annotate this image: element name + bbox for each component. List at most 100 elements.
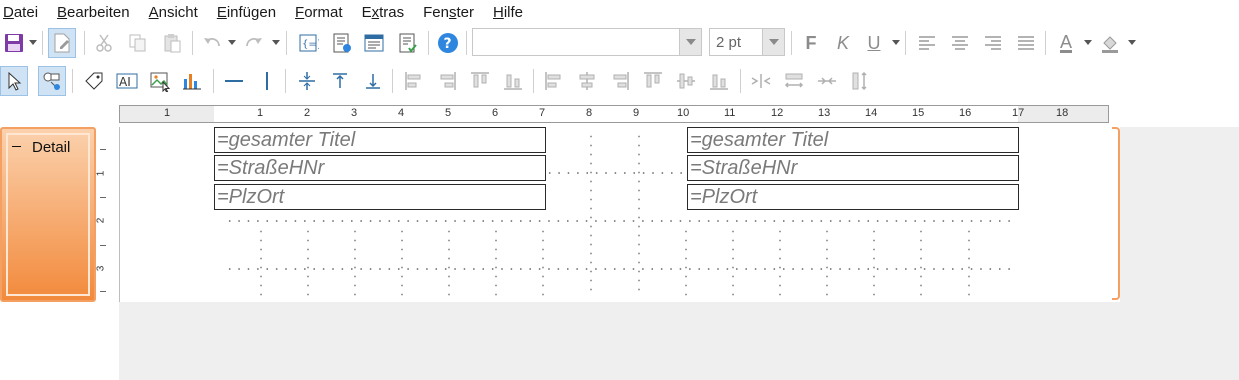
detail-section-header[interactable]: Detail bbox=[0, 127, 96, 302]
bold-button[interactable]: F bbox=[797, 28, 825, 58]
save-button[interactable] bbox=[0, 28, 28, 58]
copy-icon bbox=[129, 34, 146, 52]
align-left-objects-button[interactable] bbox=[400, 66, 428, 96]
menu-einfuegen[interactable]: Einfügen bbox=[217, 4, 285, 21]
section-shrink-button[interactable] bbox=[293, 66, 321, 96]
cut-button[interactable] bbox=[90, 28, 118, 58]
shrink-from-top-button[interactable] bbox=[326, 66, 354, 96]
justify-button[interactable] bbox=[1012, 28, 1040, 58]
save-dropdown-arrow[interactable] bbox=[29, 40, 37, 45]
redo-button[interactable] bbox=[240, 28, 268, 58]
background-color-button[interactable] bbox=[1096, 28, 1124, 58]
page-header-icon bbox=[364, 34, 384, 52]
line-width-dropdown-button[interactable] bbox=[762, 29, 784, 55]
shape-tool-button[interactable] bbox=[38, 66, 66, 96]
ruler-label: 8 bbox=[586, 107, 593, 119]
edit-document-icon bbox=[54, 33, 70, 53]
center-section-button[interactable] bbox=[573, 66, 601, 96]
pointer-icon bbox=[8, 71, 22, 91]
workspace-right bbox=[1120, 127, 1239, 302]
image-button[interactable] bbox=[146, 66, 174, 96]
align-left-section-button[interactable] bbox=[540, 66, 568, 96]
field-street-right[interactable]: =StraßeHNr bbox=[687, 155, 1019, 181]
field-title-left[interactable]: =gesamter Titel bbox=[214, 127, 546, 153]
detail-section-canvas[interactable]: =gesamter Titel =StraßeHNr =PlzOrt =gesa… bbox=[119, 127, 1120, 302]
align-right-button[interactable] bbox=[979, 28, 1007, 58]
menu-format[interactable]: Format bbox=[295, 4, 352, 21]
field-text: =StraßeHNr bbox=[690, 157, 798, 179]
field-plzort-left[interactable]: =PlzOrt bbox=[214, 184, 546, 210]
sorting-grouping-button[interactable] bbox=[394, 28, 422, 58]
smallest-height-button[interactable] bbox=[813, 66, 841, 96]
add-field-button[interactable]: {=} bbox=[294, 28, 322, 58]
vruler-label: 2 bbox=[95, 217, 107, 224]
undo-button[interactable] bbox=[198, 28, 226, 58]
redo-dropdown-arrow[interactable] bbox=[272, 40, 280, 45]
greatest-width-button[interactable] bbox=[780, 66, 808, 96]
underline-button[interactable]: U bbox=[860, 28, 888, 58]
field-text: =StraßeHNr bbox=[217, 157, 325, 179]
font-color-dropdown-arrow[interactable] bbox=[1084, 40, 1092, 45]
menu-fenster[interactable]: Fenster bbox=[423, 4, 483, 21]
align-right-section-button[interactable] bbox=[606, 66, 634, 96]
help-button[interactable]: ? bbox=[434, 28, 462, 58]
shrink-from-bottom-button[interactable] bbox=[359, 66, 387, 96]
align-objects-left-icon bbox=[405, 72, 421, 90]
chart-button[interactable] bbox=[178, 66, 206, 96]
menu-ansicht[interactable]: Ansicht bbox=[149, 4, 207, 21]
ruler-label: 1 bbox=[164, 107, 171, 119]
font-color-button[interactable]: A bbox=[1052, 28, 1080, 58]
menu-bar: Datei Bearbeiten Ansicht Einfügen Format… bbox=[0, 0, 1239, 24]
smallest-width-button[interactable] bbox=[747, 66, 775, 96]
field-plzort-right[interactable]: =PlzOrt bbox=[687, 184, 1019, 210]
horizontal-ruler[interactable]: 1 1 2 3 4 5 6 7 8 9 10 11 12 13 14 15 16… bbox=[119, 103, 1239, 125]
align-top-section-button[interactable] bbox=[639, 66, 667, 96]
align-center-button[interactable] bbox=[946, 28, 974, 58]
undo-dropdown-arrow[interactable] bbox=[228, 40, 236, 45]
font-name-dropdown-button[interactable] bbox=[679, 29, 701, 55]
menu-datei[interactable]: Datei bbox=[3, 4, 47, 21]
edit-mode-button[interactable] bbox=[48, 28, 76, 58]
expand-height-icon bbox=[852, 71, 867, 91]
line-width-combo[interactable]: 2 pt bbox=[709, 28, 785, 56]
report-navigator-button[interactable] bbox=[328, 28, 356, 58]
align-bottom-objects-button[interactable] bbox=[499, 66, 527, 96]
ruler-label: 11 bbox=[724, 107, 736, 119]
align-right-objects-button[interactable] bbox=[433, 66, 461, 96]
middle-section-button[interactable] bbox=[672, 66, 700, 96]
greatest-height-button[interactable] bbox=[846, 66, 874, 96]
align-objects-top-icon bbox=[471, 72, 489, 88]
horizontal-line-icon bbox=[225, 80, 243, 82]
italic-button[interactable]: K bbox=[829, 28, 857, 58]
font-name-combo[interactable] bbox=[472, 28, 702, 56]
align-bottom-section-button[interactable] bbox=[705, 66, 733, 96]
text-field-icon: AI bbox=[116, 73, 138, 89]
label-field-button[interactable] bbox=[80, 66, 108, 96]
underline-dropdown-arrow[interactable] bbox=[892, 40, 900, 45]
paste-button[interactable] bbox=[158, 28, 186, 58]
horizontal-line-button[interactable] bbox=[220, 66, 248, 96]
undo-icon bbox=[204, 38, 220, 47]
menu-hilfe[interactable]: Hilfe bbox=[493, 4, 532, 21]
select-tool-button[interactable] bbox=[0, 66, 28, 96]
align-top-objects-button[interactable] bbox=[466, 66, 494, 96]
page-header-footer-button[interactable] bbox=[360, 28, 388, 58]
field-street-left[interactable]: =StraßeHNr bbox=[214, 155, 546, 181]
menu-bearbeiten[interactable]: Bearbeiten bbox=[57, 4, 139, 21]
vertical-line-button[interactable] bbox=[253, 66, 281, 96]
field-title-right[interactable]: =gesamter Titel bbox=[687, 127, 1019, 153]
vertical-ruler[interactable]: 1 2 3 bbox=[95, 127, 120, 302]
formatted-field-button[interactable]: AI bbox=[113, 66, 141, 96]
align-left-button[interactable] bbox=[913, 28, 941, 58]
italic-label: K bbox=[836, 32, 849, 53]
background-color-dropdown-arrow[interactable] bbox=[1128, 40, 1136, 45]
collapse-icon[interactable] bbox=[12, 146, 21, 147]
menu-extras[interactable]: Extras bbox=[362, 4, 414, 21]
line-width-value: 2 pt bbox=[716, 34, 742, 51]
scissors-icon bbox=[96, 34, 112, 52]
ruler-label: 9 bbox=[633, 107, 640, 119]
copy-button[interactable] bbox=[124, 28, 152, 58]
align-objects-right-icon bbox=[440, 72, 456, 90]
ruler-label: 5 bbox=[445, 107, 452, 119]
paste-icon bbox=[164, 34, 181, 53]
